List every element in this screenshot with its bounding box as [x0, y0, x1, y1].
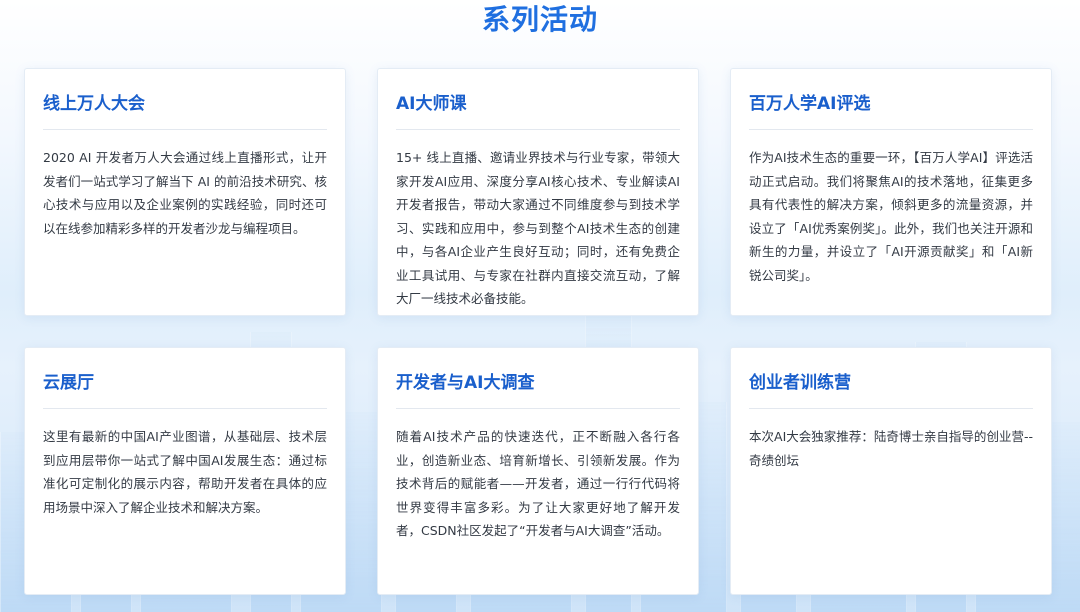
card-description: 作为AI技术生态的重要一环，【百万人学AI】评选活动正式启动。我们将聚焦AI的技…	[749, 150, 1033, 283]
card-title: 创业者训练营	[749, 370, 1033, 409]
activity-card-online-conference[interactable]: 线上万人大会 2020 AI 开发者万人大会通过线上直播形式，让开发者们一站式学…	[24, 68, 346, 316]
card-description: 本次AI大会独家推荐：陆奇博士亲自指导的创业营--奇绩创坛	[749, 429, 1033, 468]
card-title: 开发者与AI大调查	[396, 370, 680, 409]
card-description: 15+ 线上直播、邀请业界技术与行业专家，带领大家开发AI应用、深度分享AI核心…	[396, 150, 680, 306]
card-title: 百万人学AI评选	[749, 91, 1033, 130]
activity-card-developer-survey[interactable]: 开发者与AI大调查 随着AI技术产品的快速迭代，正不断融入各行各业，创造新业态、…	[377, 347, 699, 595]
section-title: 系列活动	[481, 3, 598, 36]
card-title: AI大师课	[396, 91, 680, 130]
activity-card-ai-master-class[interactable]: AI大师课 15+ 线上直播、邀请业界技术与行业专家，带领大家开发AI应用、深度…	[377, 68, 699, 316]
activity-card-cloud-exhibition[interactable]: 云展厅 这里有最新的中国AI产业图谱，从基础层、技术层到应用层带你一站式了解中国…	[24, 347, 346, 595]
card-title: 线上万人大会	[43, 91, 327, 130]
activity-card-entrepreneur-camp[interactable]: 创业者训练营 本次AI大会独家推荐：陆奇博士亲自指导的创业营--奇绩创坛	[730, 347, 1052, 595]
card-description: 这里有最新的中国AI产业图谱，从基础层、技术层到应用层带你一站式了解中国AI发展…	[43, 429, 327, 515]
activity-card-ai-selection[interactable]: 百万人学AI评选 作为AI技术生态的重要一环，【百万人学AI】评选活动正式启动。…	[730, 68, 1052, 316]
card-description: 2020 AI 开发者万人大会通过线上直播形式，让开发者们一站式学习了解当下 A…	[43, 150, 327, 236]
card-description: 随着AI技术产品的快速迭代，正不断融入各行各业，创造新业态、培育新增长、引领新发…	[396, 429, 680, 538]
card-title: 云展厅	[43, 370, 327, 409]
